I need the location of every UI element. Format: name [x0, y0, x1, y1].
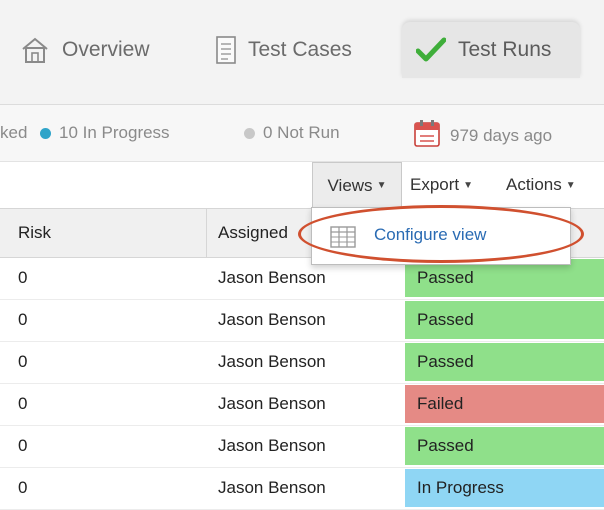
tab-test-cases[interactable]: Test Cases — [216, 22, 352, 78]
status-blocked-label: ked — [0, 123, 28, 142]
assigned-cell: Jason Benson — [218, 394, 326, 413]
risk-cell: 0 — [18, 268, 28, 287]
actions-button[interactable]: Actions ▼ — [506, 170, 576, 200]
tab-bar: Overview Test Cases Test Runs — [0, 0, 604, 105]
chevron-down-icon: ▼ — [376, 180, 387, 191]
table-row[interactable]: 0 Jason Benson Passed — [0, 299, 604, 342]
chevron-down-icon: ▼ — [463, 179, 474, 191]
tab-test-cases-label: Test Cases — [248, 38, 352, 61]
status-not-run-label: 0 Not Run — [263, 123, 340, 142]
actions-button-label: Actions — [506, 175, 562, 194]
risk-cell: 0 — [18, 436, 28, 455]
status-badge: Passed — [405, 301, 604, 339]
status-badge: Passed — [405, 343, 604, 381]
risk-cell: 0 — [18, 394, 28, 413]
home-icon — [20, 35, 50, 65]
table-row[interactable]: 0 Jason Benson Passed — [0, 425, 604, 468]
checkmark-icon — [416, 37, 446, 63]
menu-item-configure-view-label: Configure view — [374, 225, 487, 244]
run-status-summary: ked 10 In Progress 0 Not Run 979 days ag… — [0, 105, 604, 162]
chevron-down-icon: ▼ — [565, 179, 576, 191]
status-badge: Failed — [405, 385, 604, 423]
status-badge: In Progress — [405, 469, 604, 507]
tab-test-runs[interactable]: Test Runs — [402, 22, 580, 78]
views-button[interactable]: Views ▼ — [312, 162, 402, 208]
export-button[interactable]: Export ▼ — [410, 170, 473, 200]
toolbar: Views ▼ Export ▼ Actions ▼ — [0, 162, 604, 208]
not-run-dot-icon — [244, 127, 255, 139]
export-button-label: Export — [410, 175, 460, 194]
columns-icon — [330, 226, 356, 253]
assigned-cell: Jason Benson — [218, 310, 326, 329]
table-row[interactable]: 0 Jason Benson Passed — [0, 341, 604, 384]
views-dropdown-menu: Configure view — [311, 207, 571, 265]
tab-overview[interactable]: Overview — [20, 22, 150, 78]
assigned-cell: Jason Benson — [218, 478, 326, 497]
status-not-run: 0 Not Run — [244, 123, 340, 143]
views-button-label: Views — [327, 175, 373, 195]
table-row[interactable]: 0 Jason Benson In Progress — [0, 467, 604, 510]
tab-test-runs-label: Test Runs — [458, 38, 552, 61]
in-progress-dot-icon — [40, 127, 51, 139]
calendar-icon — [414, 119, 440, 152]
status-age-label: 979 days ago — [450, 125, 553, 145]
assigned-cell: Jason Benson — [218, 268, 326, 287]
menu-item-configure-view[interactable]: Configure view — [312, 208, 570, 264]
table-row[interactable]: 0 Jason Benson Failed — [0, 383, 604, 426]
assigned-cell: Jason Benson — [218, 352, 326, 371]
risk-cell: 0 — [18, 478, 28, 497]
status-in-progress-label: 10 In Progress — [59, 123, 170, 142]
status-blocked: ked — [0, 123, 27, 143]
document-icon — [216, 36, 236, 64]
assigned-cell: Jason Benson — [218, 436, 326, 455]
column-header-risk[interactable]: Risk — [18, 209, 51, 257]
status-badge: Passed — [405, 427, 604, 465]
risk-cell: 0 — [18, 352, 28, 371]
column-header-assigned[interactable]: Assigned — [218, 209, 288, 257]
risk-cell: 0 — [18, 310, 28, 329]
column-divider — [206, 209, 207, 257]
tab-overview-label: Overview — [62, 38, 150, 61]
status-age: 979 days ago — [414, 119, 552, 152]
status-in-progress: 10 In Progress — [40, 123, 170, 143]
